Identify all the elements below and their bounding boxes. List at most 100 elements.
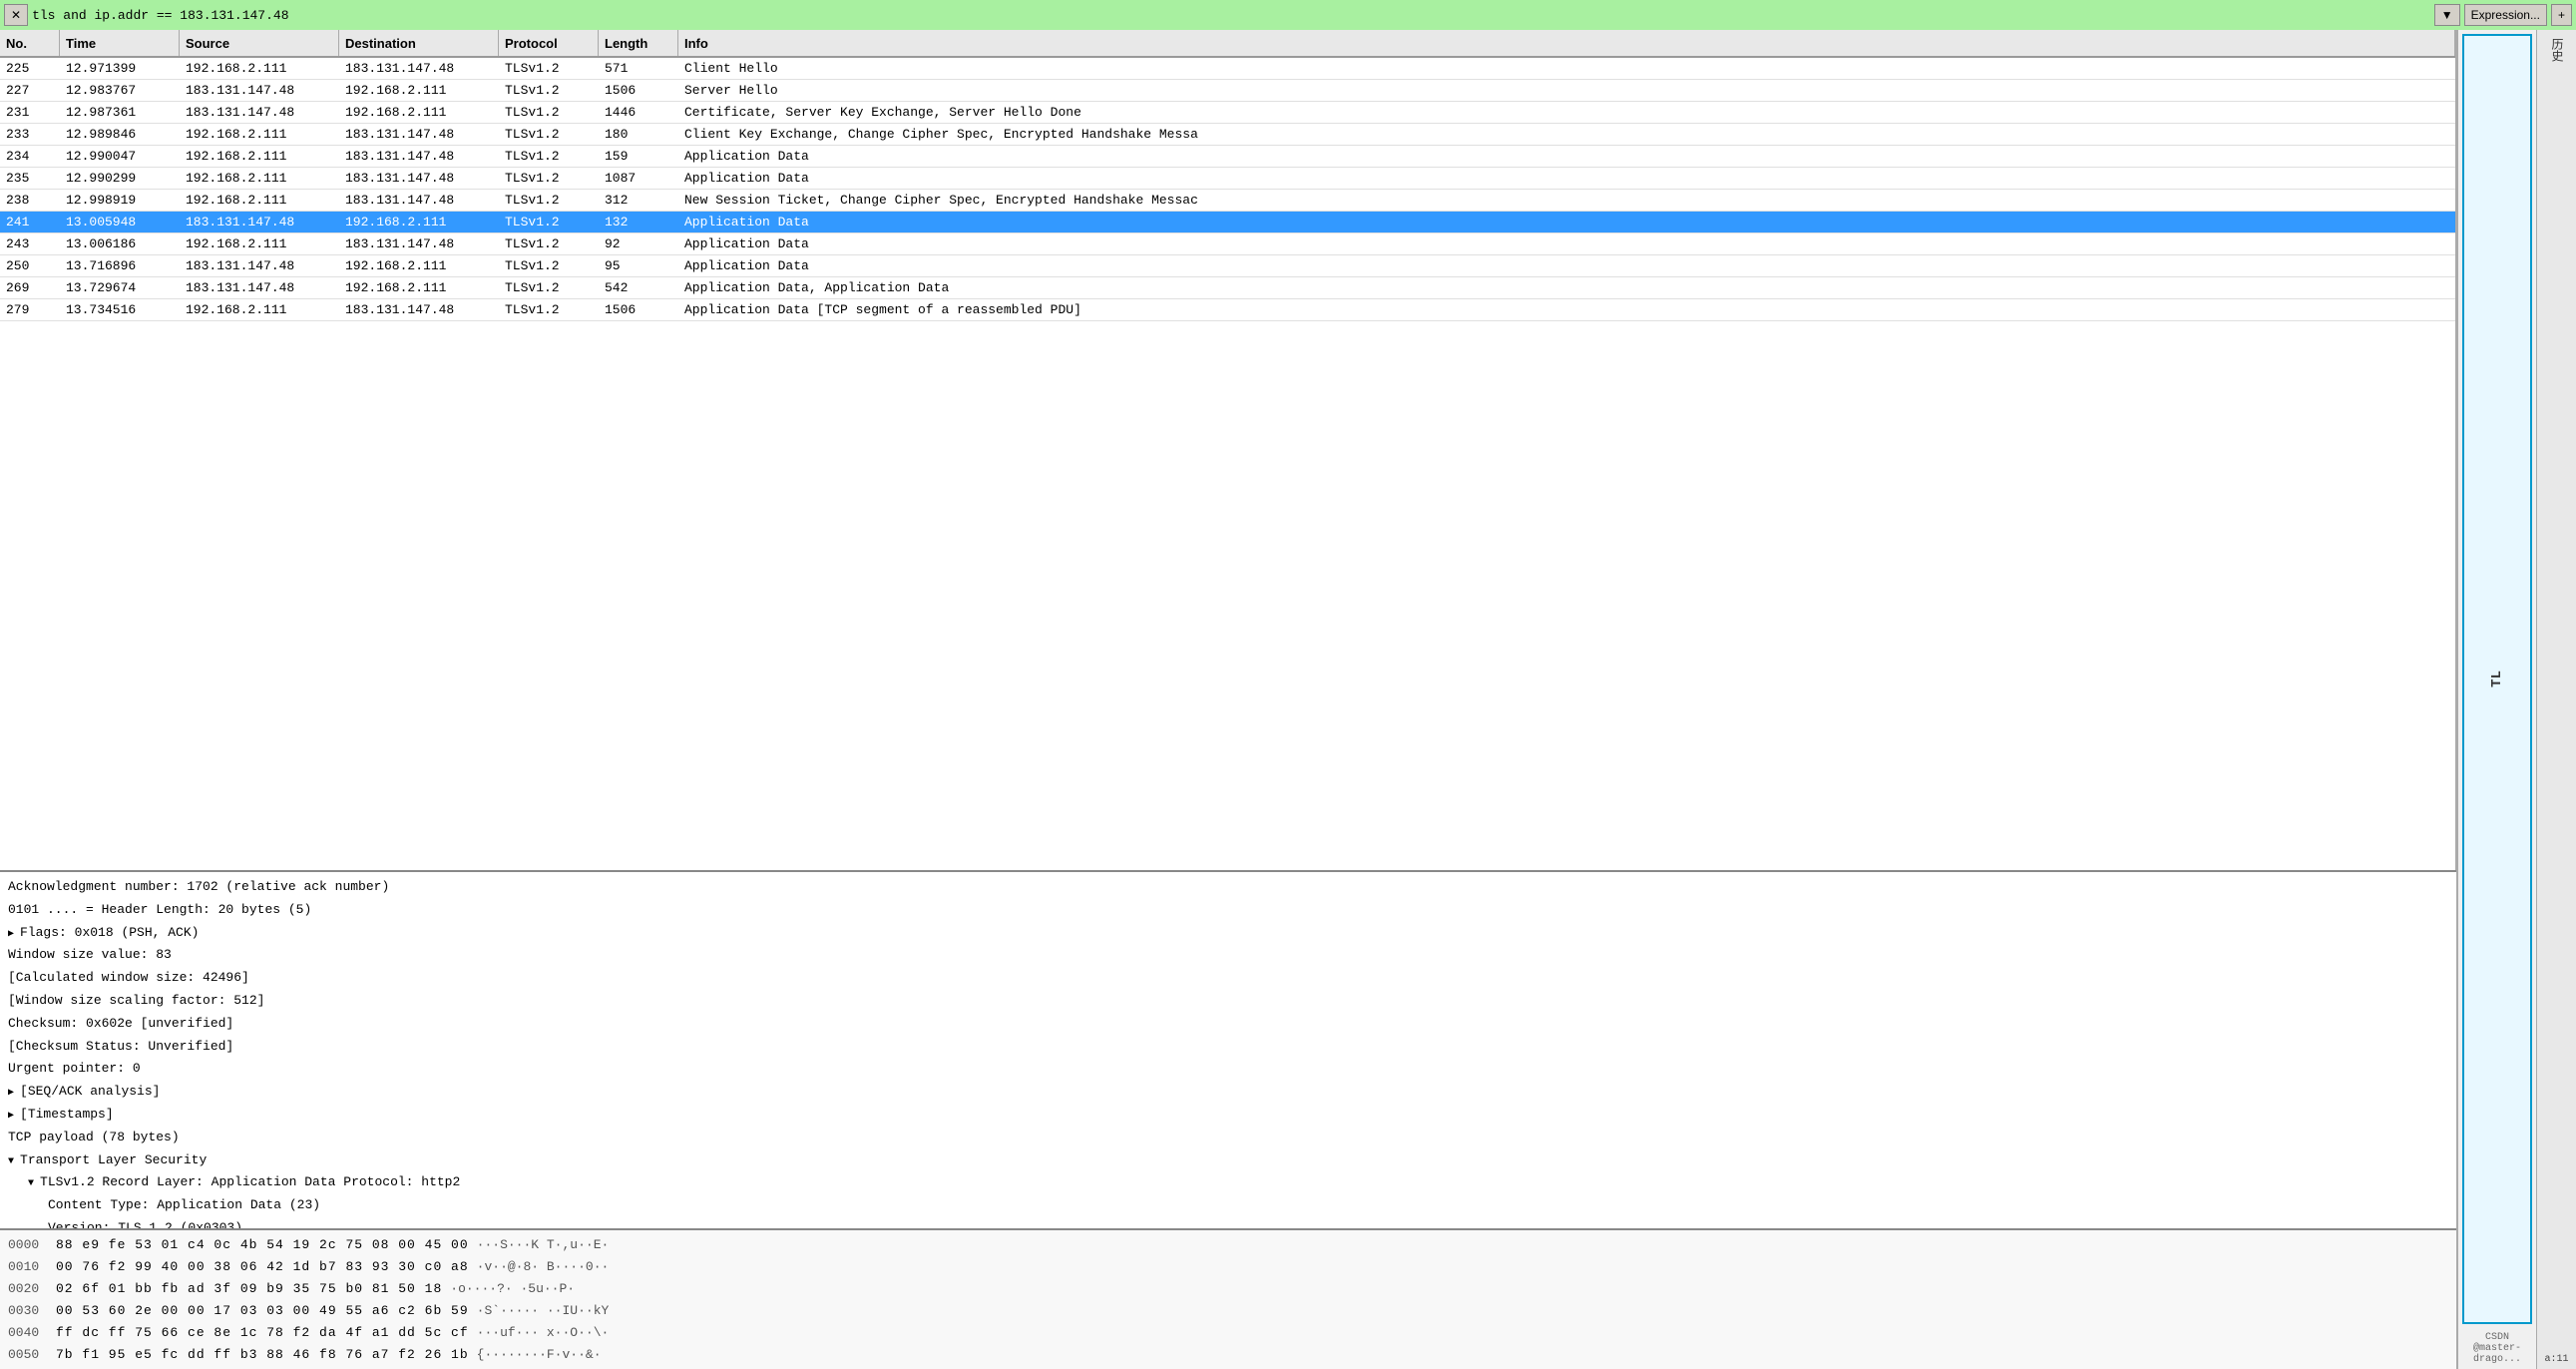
detail-line: Urgent pointer: 0 [8,1058,2448,1081]
detail-line: Content Type: Application Data (23) [8,1194,2448,1217]
detail-line[interactable]: [Timestamps] [8,1104,2448,1127]
detail-line[interactable]: Transport Layer Security [8,1149,2448,1172]
packet-cell: 1087 [599,171,678,186]
hex-line: 001000 76 f2 99 40 00 38 06 42 1d b7 83 … [8,1256,2448,1278]
packet-cell: 180 [599,127,678,142]
packet-cell: 312 [599,193,678,208]
packet-cell: 1446 [599,105,678,120]
packet-cell: Application Data, Application Data [678,280,2455,295]
packet-cell: Server Hello [678,83,2455,98]
packet-cell: 192.168.2.111 [180,302,339,317]
packet-cell: 225 [0,61,60,76]
packet-cell: TLSv1.2 [499,83,599,98]
packet-cell: 183.131.147.48 [339,193,499,208]
packet-cell: TLSv1.2 [499,258,599,273]
bottom-split: Acknowledgment number: 1702 (relative ac… [0,870,2456,1369]
hex-line: 002002 6f 01 bb fb ad 3f 09 b9 35 75 b0 … [8,1278,2448,1300]
hex-bytes: 02 6f 01 bb fb ad 3f 09 b9 35 75 b0 81 5… [56,1278,442,1300]
packet-cell: 95 [599,258,678,273]
packet-cell: 12.971399 [60,61,180,76]
packet-cell: 183.131.147.48 [339,149,499,164]
packet-cell: 1506 [599,302,678,317]
hex-bytes: 7b f1 95 e5 fc dd ff b3 88 46 f8 76 a7 f… [56,1344,469,1366]
hex-offset: 0000 [8,1234,48,1256]
hex-panel: 0000 88 e9 fe 53 01 c4 0c 4b 54 19 2c 75 … [0,1230,2456,1369]
sidebar-tl-label: TL [2489,671,2505,687]
detail-line[interactable]: TLSv1.2 Record Layer: Application Data P… [8,1171,2448,1194]
packet-cell: Certificate, Server Key Exchange, Server… [678,105,2455,120]
packet-cell: 542 [599,280,678,295]
packet-cell: 12.990299 [60,171,180,186]
packet-cell: 13.729674 [60,280,180,295]
packet-cell: 243 [0,236,60,251]
hex-bytes: 00 76 f2 99 40 00 38 06 42 1d b7 83 93 3… [56,1256,469,1278]
packet-cell: 183.131.147.48 [180,280,339,295]
packet-cell: TLSv1.2 [499,280,599,295]
packet-cell: 183.131.147.48 [180,83,339,98]
detail-line: Checksum: 0x602e [unverified] [8,1013,2448,1036]
packet-cell: 234 [0,149,60,164]
hex-line: 0050 7b f1 95 e5 fc dd ff b3 88 46 f8 76 … [8,1344,2448,1366]
hex-ascii: ···uf··· x··O··\· [477,1322,610,1344]
packet-cell: 192.168.2.111 [180,127,339,142]
detail-line[interactable]: Flags: 0x018 (PSH, ACK) [8,922,2448,945]
column-headers: No. Time Source Destination Protocol Len… [0,30,2455,58]
table-row[interactable]: 24113.005948183.131.147.48192.168.2.111T… [0,212,2455,233]
detail-line: [Calculated window size: 42496] [8,967,2448,990]
packet-cell: Application Data [678,258,2455,273]
expression-btn[interactable]: Expression... [2464,4,2547,26]
table-row[interactable]: 23512.990299192.168.2.111183.131.147.48T… [0,168,2455,190]
hex-bytes: 88 e9 fe 53 01 c4 0c 4b 54 19 2c 75 08 0… [56,1234,469,1256]
hex-line: 0040ff dc ff 75 66 ce 8e 1c 78 f2 da 4f … [8,1322,2448,1344]
detail-line[interactable]: [SEQ/ACK analysis] [8,1081,2448,1104]
table-row[interactable]: 22512.971399192.168.2.111183.131.147.48T… [0,58,2455,80]
hex-offset: 0050 [8,1344,48,1366]
table-row[interactable]: 26913.729674183.131.147.48192.168.2.111T… [0,277,2455,299]
packet-cell: 183.131.147.48 [339,236,499,251]
packet-cell: Client Hello [678,61,2455,76]
packet-cell: 132 [599,215,678,229]
edge-panel: 历史 a:11 [2536,30,2576,1369]
table-row[interactable]: 22712.983767183.131.147.48192.168.2.111T… [0,80,2455,102]
packet-cell: 13.005948 [60,215,180,229]
packet-cell: 192.168.2.111 [339,280,499,295]
table-row[interactable]: 27913.734516192.168.2.111183.131.147.48T… [0,299,2455,321]
packet-cell: 183.131.147.48 [339,302,499,317]
packet-cell: 13.716896 [60,258,180,273]
packet-cell: 235 [0,171,60,186]
table-row[interactable]: 23412.990047192.168.2.111183.131.147.48T… [0,146,2455,168]
filter-dropdown-btn[interactable]: ▼ [2434,4,2460,26]
detail-line: [Window size scaling factor: 512] [8,990,2448,1013]
packet-cell: TLSv1.2 [499,149,599,164]
filter-close-btn[interactable]: ✕ [4,4,28,26]
packet-cell: Application Data [678,149,2455,164]
packet-rows[interactable]: 22512.971399192.168.2.111183.131.147.48T… [0,58,2455,870]
packet-cell: 12.990047 [60,149,180,164]
packet-cell: 231 [0,105,60,120]
hex-offset: 0030 [8,1300,48,1322]
hex-bytes: 00 53 60 2e 00 00 17 03 03 00 49 55 a6 c… [56,1300,469,1322]
filter-input[interactable] [32,8,2430,23]
table-row[interactable]: 25013.716896183.131.147.48192.168.2.111T… [0,255,2455,277]
packet-cell: 183.131.147.48 [339,127,499,142]
table-row[interactable]: 23112.987361183.131.147.48192.168.2.111T… [0,102,2455,124]
col-info: Info [678,30,2455,56]
history-label: 历史 [2548,34,2565,66]
table-row[interactable]: 24313.006186192.168.2.111183.131.147.48T… [0,233,2455,255]
hex-line: 0030 00 53 60 2e 00 00 17 03 03 00 49 55 … [8,1300,2448,1322]
col-protocol: Protocol [499,30,599,56]
packet-cell: 183.131.147.48 [180,215,339,229]
main-container: No. Time Source Destination Protocol Len… [0,30,2576,1369]
add-filter-btn[interactable]: + [2551,4,2572,26]
right-sidebar: TL CSDN @master-drago... [2456,30,2536,1369]
packet-cell: 183.131.147.48 [180,258,339,273]
packet-cell: 233 [0,127,60,142]
packet-cell: TLSv1.2 [499,127,599,142]
packet-cell: 12.998919 [60,193,180,208]
packet-cell: TLSv1.2 [499,215,599,229]
packet-cell: TLSv1.2 [499,236,599,251]
table-row[interactable]: 23812.998919192.168.2.111183.131.147.48T… [0,190,2455,212]
table-row[interactable]: 23312.989846192.168.2.111183.131.147.48T… [0,124,2455,146]
detail-panel[interactable]: Acknowledgment number: 1702 (relative ac… [0,872,2456,1230]
col-destination: Destination [339,30,499,56]
